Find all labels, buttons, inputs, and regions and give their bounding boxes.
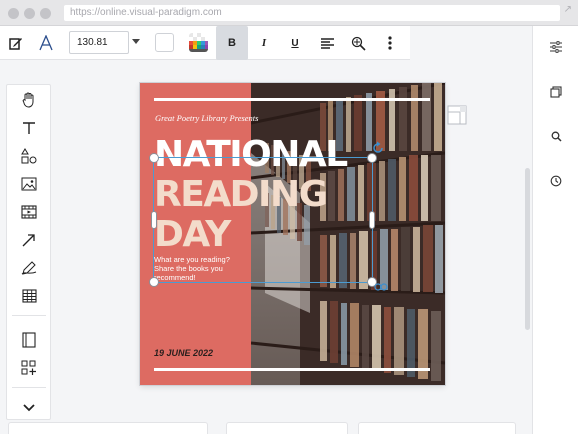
window-close-dot[interactable] — [8, 8, 19, 19]
expand-icon[interactable]: ↗ — [564, 4, 572, 15]
rotate-icon[interactable] — [371, 141, 385, 160]
sliders-icon[interactable] — [547, 38, 565, 56]
italic-button[interactable]: I — [251, 30, 277, 56]
text-format-toolbar: 130.81 B I U — [0, 26, 410, 60]
right-side-panel — [532, 26, 578, 434]
palette-divider — [12, 315, 46, 316]
italic-label: I — [261, 37, 267, 49]
more-options-icon[interactable] — [377, 30, 403, 56]
underline-button[interactable]: U — [282, 30, 308, 56]
add-widget-icon[interactable] — [18, 357, 40, 379]
bottom-panel-tab[interactable] — [226, 422, 348, 434]
address-bar[interactable]: https://online.visual-paradigm.com — [64, 5, 560, 21]
pen-icon[interactable] — [18, 257, 40, 279]
bottom-rule — [154, 368, 430, 371]
window-minimize-dot[interactable] — [24, 8, 35, 19]
page-options-icon[interactable] — [447, 105, 467, 130]
align-icon[interactable] — [314, 30, 340, 56]
poster-date[interactable]: 19 JUNE 2022 — [154, 348, 213, 358]
text-color-swatch[interactable] — [155, 33, 174, 52]
link-icon[interactable] — [374, 280, 388, 298]
selection-frame[interactable] — [149, 141, 388, 291]
table-icon[interactable] — [18, 285, 40, 307]
chevron-down-icon[interactable] — [18, 397, 40, 419]
resize-handle-bl[interactable] — [149, 277, 159, 287]
hand-icon[interactable] — [18, 89, 40, 111]
image-icon[interactable] — [18, 173, 40, 195]
tool-palette — [6, 84, 51, 420]
bottom-panel-tab[interactable] — [358, 422, 516, 434]
resize-handle-tl[interactable] — [149, 153, 159, 163]
page-icon[interactable] — [18, 329, 40, 351]
shapes-icon[interactable] — [18, 145, 40, 167]
editor-app: 130.81 B I U Great Poetry Library Presen… — [0, 26, 578, 434]
arrow-icon[interactable] — [18, 229, 40, 251]
window-maximize-dot[interactable] — [40, 8, 51, 19]
video-icon[interactable] — [18, 201, 40, 223]
font-icon[interactable] — [33, 30, 59, 56]
bottom-panel-tab[interactable] — [8, 422, 208, 434]
font-size-input[interactable]: 130.81 — [69, 31, 129, 54]
bold-label: B — [228, 37, 236, 49]
chevron-down-icon[interactable] — [132, 39, 140, 44]
history-icon[interactable] — [547, 172, 565, 190]
text-icon[interactable] — [18, 117, 40, 139]
poster-subtitle[interactable]: Great Poetry Library Presents — [155, 113, 258, 123]
top-rule — [154, 98, 430, 101]
text-effects-icon[interactable] — [345, 30, 371, 56]
layers-icon[interactable] — [547, 83, 565, 101]
resize-handle-left[interactable] — [151, 211, 157, 229]
vertical-scrollbar[interactable] — [525, 168, 530, 330]
underline-label: U — [291, 37, 299, 49]
edit-text-icon[interactable] — [3, 30, 29, 56]
bold-button[interactable]: B — [216, 26, 248, 60]
browser-title-bar: https://online.visual-paradigm.com ↗ — [0, 0, 578, 26]
search-icon[interactable] — [547, 127, 565, 145]
resize-handle-right[interactable] — [369, 211, 375, 229]
fill-pattern-swatch[interactable] — [189, 33, 208, 52]
palette-divider — [12, 387, 46, 388]
